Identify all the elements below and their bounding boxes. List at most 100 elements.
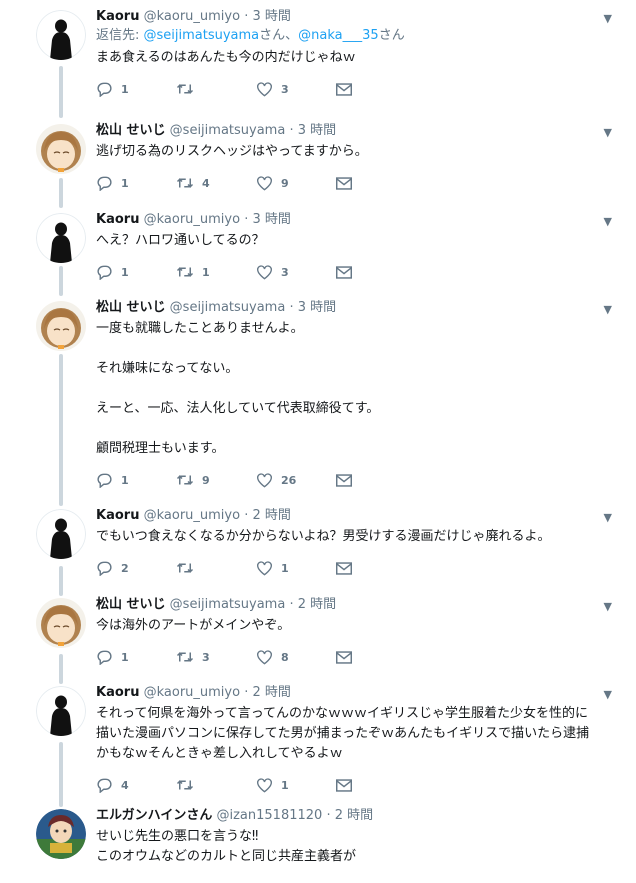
reply-button[interactable]: 1 — [96, 264, 176, 280]
timestamp[interactable]: 3 時間 — [298, 300, 336, 315]
tweet[interactable]: 松山 せいじ @seijimatsuyama · 3 時間 ▼ 一度も就職したこ… — [0, 291, 636, 499]
like-count: 1 — [281, 778, 289, 792]
retweet-button[interactable]: 9 — [176, 473, 256, 487]
dm-button[interactable] — [336, 561, 416, 575]
avatar[interactable] — [36, 124, 86, 174]
tweet[interactable]: Kaoru @kaoru_umiyo · 2 時間 ▼ それって何県を海外って言… — [0, 676, 636, 799]
dm-button[interactable] — [336, 650, 416, 664]
user-handle[interactable]: @kaoru_umiyo — [144, 9, 240, 24]
retweet-icon — [176, 780, 194, 790]
display-name[interactable]: Kaoru — [96, 685, 139, 700]
tweet-header: 松山 せいじ @seijimatsuyama · 3 時間 — [96, 122, 620, 140]
avatar[interactable] — [36, 301, 86, 351]
mention-link[interactable]: @naka___35 — [298, 28, 379, 43]
timestamp[interactable]: 2 時間 — [298, 597, 336, 612]
user-handle[interactable]: @seijimatsuyama — [170, 300, 286, 315]
chevron-down-icon[interactable]: ▼ — [604, 511, 612, 524]
reply-icon — [97, 82, 112, 97]
like-button[interactable]: 1 — [256, 777, 336, 793]
heart-icon — [257, 81, 272, 96]
retweet-button[interactable]: 1 — [176, 265, 256, 279]
dm-button[interactable] — [336, 82, 416, 96]
timestamp[interactable]: 3 時間 — [252, 9, 290, 24]
like-button[interactable]: 9 — [256, 175, 336, 191]
chevron-down-icon[interactable]: ▼ — [604, 215, 612, 228]
separator-dot: · — [244, 508, 249, 523]
reply-button[interactable]: 1 — [96, 81, 176, 97]
timestamp[interactable]: 2 時間 — [252, 508, 290, 523]
user-handle[interactable]: @kaoru_umiyo — [144, 212, 240, 227]
dm-button[interactable] — [336, 778, 416, 792]
reply-button[interactable]: 1 — [96, 175, 176, 191]
timestamp[interactable]: 3 時間 — [252, 212, 290, 227]
tweet[interactable]: エルガンハインさん @izan15181120 · 2 時間 せいじ先生の悪口を… — [0, 799, 636, 883]
display-name[interactable]: エルガンハインさん — [96, 808, 212, 823]
chevron-down-icon[interactable]: ▼ — [604, 600, 612, 613]
tweet[interactable]: Kaoru @kaoru_umiyo · 3 時間 ▼ へえ？ハロワ通いしてるの… — [0, 203, 636, 291]
separator-dot: · — [244, 9, 249, 24]
user-handle[interactable]: @izan15181120 — [217, 808, 323, 823]
tweet[interactable]: 松山 せいじ @seijimatsuyama · 3 時間 ▼ 逃げ切る為のリス… — [0, 114, 636, 203]
retweet-icon — [176, 178, 194, 188]
envelope-icon — [336, 82, 352, 96]
heart-icon — [257, 175, 272, 190]
like-button[interactable]: 1 — [256, 560, 336, 576]
retweet-button[interactable] — [176, 561, 256, 575]
user-handle[interactable]: @kaoru_umiyo — [144, 508, 240, 523]
user-handle[interactable]: @seijimatsuyama — [170, 123, 286, 138]
timestamp[interactable]: 3 時間 — [298, 123, 336, 138]
like-button[interactable]: 3 — [256, 81, 336, 97]
user-handle[interactable]: @seijimatsuyama — [170, 597, 286, 612]
reply-button[interactable]: 1 — [96, 649, 176, 665]
chevron-down-icon[interactable]: ▼ — [604, 12, 612, 25]
timestamp[interactable]: 2 時間 — [335, 808, 373, 823]
avatar[interactable] — [36, 686, 86, 736]
chevron-down-icon[interactable]: ▼ — [604, 688, 612, 701]
tweet-text: でもいつ食えなくなるか分からないよね？男受けする漫画だけじゃ廃れるよ。 — [96, 527, 620, 547]
retweet-button[interactable]: 4 — [176, 176, 256, 190]
retweet-icon — [176, 475, 194, 485]
like-button[interactable]: 8 — [256, 649, 336, 665]
avatar[interactable] — [36, 213, 86, 263]
tweet[interactable]: Kaoru @kaoru_umiyo · 2 時間 ▼ でもいつ食えなくなるか分… — [0, 499, 636, 588]
reply-icon — [97, 176, 112, 191]
reply-button[interactable]: 2 — [96, 560, 176, 576]
dm-button[interactable] — [336, 176, 416, 190]
avatar[interactable] — [36, 509, 86, 559]
retweet-button[interactable]: 3 — [176, 650, 256, 664]
chevron-down-icon[interactable]: ▼ — [604, 303, 612, 316]
display-name[interactable]: 松山 せいじ — [96, 123, 166, 138]
avatar[interactable] — [36, 598, 86, 648]
reply-mid: さん、 — [259, 28, 299, 43]
tweet[interactable]: 松山 せいじ @seijimatsuyama · 2 時間 ▼ 今は海外のアート… — [0, 588, 636, 676]
tweet-actions: 2 1 — [96, 556, 620, 580]
tweet[interactable]: Kaoru @kaoru_umiyo · 3 時間 ▼ 返信先: @seijim… — [0, 0, 636, 114]
timestamp[interactable]: 2 時間 — [252, 685, 290, 700]
avatar[interactable] — [36, 809, 86, 859]
display-name[interactable]: Kaoru — [96, 9, 139, 24]
display-name[interactable]: 松山 せいじ — [96, 597, 166, 612]
dm-button[interactable] — [336, 473, 416, 487]
display-name[interactable]: Kaoru — [96, 508, 139, 523]
tweet-line: でもいつ食えなくなるか分からないよね？男受けする漫画だけじゃ廃れるよ。 — [96, 529, 551, 544]
reply-icon — [97, 265, 112, 280]
envelope-icon — [336, 473, 352, 487]
like-button[interactable]: 3 — [256, 264, 336, 280]
dm-button[interactable] — [336, 265, 416, 279]
tweet-actions: 4 1 — [96, 773, 620, 797]
retweet-button[interactable] — [176, 778, 256, 792]
display-name[interactable]: 松山 せいじ — [96, 300, 166, 315]
avatar[interactable] — [36, 10, 86, 60]
reply-count: 4 — [121, 778, 129, 792]
tweet-header: Kaoru @kaoru_umiyo · 2 時間 — [96, 507, 620, 525]
retweet-button[interactable] — [176, 82, 256, 96]
like-button[interactable]: 26 — [256, 472, 336, 488]
reply-button[interactable]: 4 — [96, 777, 176, 793]
reply-icon — [97, 778, 112, 793]
tweet-header: Kaoru @kaoru_umiyo · 2 時間 — [96, 684, 620, 702]
user-handle[interactable]: @kaoru_umiyo — [144, 685, 240, 700]
reply-button[interactable]: 1 — [96, 472, 176, 488]
chevron-down-icon[interactable]: ▼ — [604, 126, 612, 139]
display-name[interactable]: Kaoru — [96, 212, 139, 227]
mention-link[interactable]: @seijimatsuyama — [144, 28, 260, 43]
